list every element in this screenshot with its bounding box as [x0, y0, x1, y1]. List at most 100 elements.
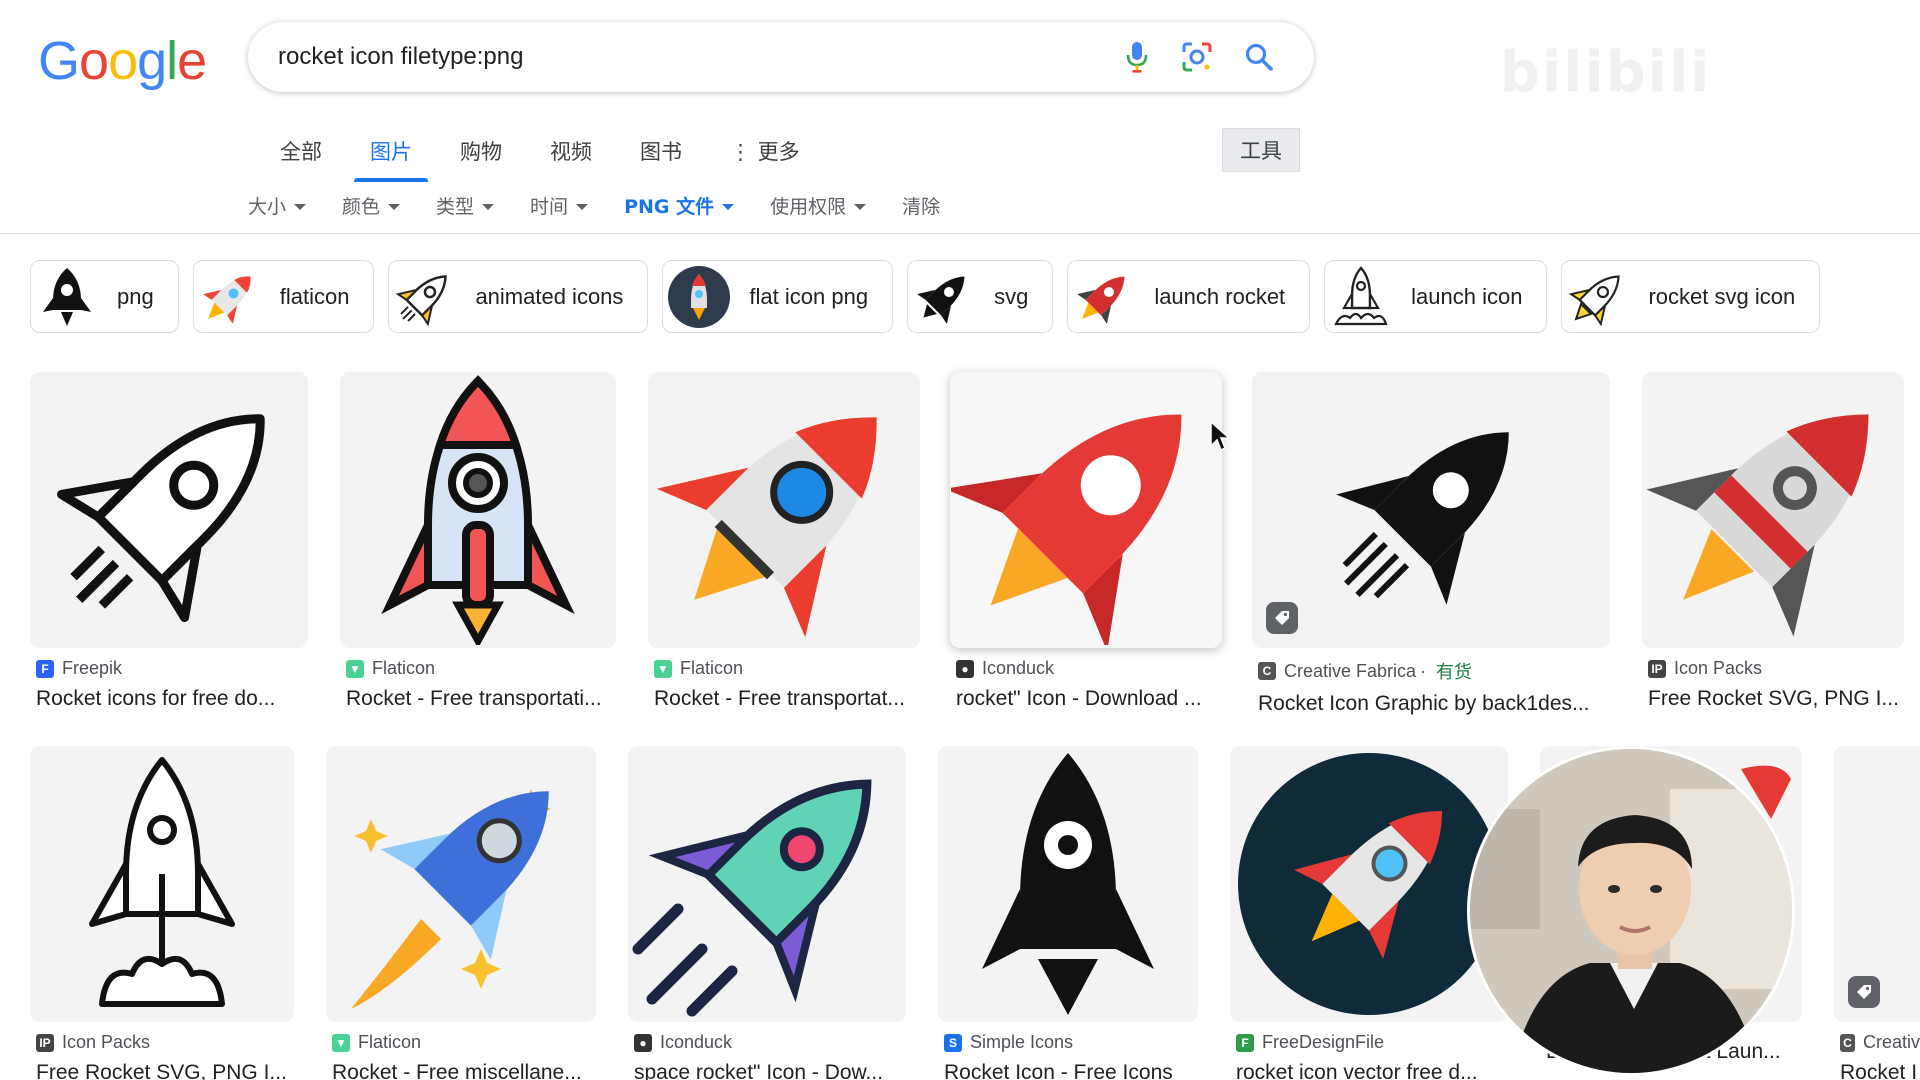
source-name: Simple Icons [970, 1032, 1074, 1052]
filter-time[interactable]: 时间 [530, 192, 589, 219]
source-name: Freepik [62, 658, 123, 678]
caret-down-icon [294, 203, 307, 210]
result-title[interactable]: Rocket - Free transportat... [654, 687, 920, 711]
image-result[interactable]: ▼ Flaticon Rocket - Free miscellane... [326, 746, 596, 1080]
image-result[interactable]: IP Icon Packs Free Rocket SVG, PNG I... [1642, 372, 1904, 711]
rocket-thumbnail-icon [908, 261, 980, 333]
tools-button[interactable]: 工具 [1222, 128, 1300, 172]
caret-down-icon [854, 203, 867, 210]
result-title[interactable]: space rocket" Icon - Dow... [634, 1061, 906, 1080]
chip-flat-icon-png[interactable]: flat icon png [662, 260, 894, 333]
chip-svg[interactable]: svg [907, 260, 1054, 333]
chip-label: launch rocket [1154, 283, 1286, 309]
image-result[interactable]: IP Icon Packs Free Rocket SVG, PNG I... [30, 746, 294, 1080]
search-input[interactable] [278, 22, 1058, 92]
result-source: ▼ Flaticon [332, 1032, 596, 1053]
filter-label: 使用权限 [770, 196, 847, 218]
filter-size[interactable]: 大小 [248, 192, 307, 219]
source-name: Icon Packs [62, 1032, 151, 1052]
result-source: C Creativ [1840, 1032, 1920, 1053]
result-title[interactable]: Rocket - Free transportati... [346, 687, 616, 711]
result-thumbnail [1252, 372, 1610, 648]
rocket-thumbnail-icon [389, 261, 461, 333]
chip-launch-rocket[interactable]: launch rocket [1067, 260, 1311, 333]
result-title[interactable]: rocket" Icon - Download ... [956, 687, 1222, 711]
result-title[interactable]: Rocket icons for free do... [36, 687, 308, 711]
lens-icon[interactable] [1178, 38, 1216, 76]
caret-down-icon [388, 203, 401, 210]
image-result[interactable]: ● Iconduck rocket" Icon - Download ... [950, 372, 1222, 711]
filter-clear[interactable]: 清除 [902, 192, 940, 219]
result-thumbnail [648, 372, 920, 648]
result-source: S Simple Icons [944, 1032, 1198, 1053]
result-title[interactable]: Rocket I [1840, 1061, 1920, 1080]
result-source: ▼ Flaticon [346, 658, 616, 679]
logo-letter: l [166, 31, 178, 91]
logo-letter: g [137, 31, 167, 91]
image-result[interactable]: ▼ Flaticon Rocket - Free transportat... [648, 372, 920, 711]
rocket-thumbnail-icon [194, 261, 266, 333]
tab-more[interactable]: ⋮ 更多 [714, 126, 816, 182]
icon-packs-favicon-icon: IP [1648, 659, 1666, 678]
chip-label: flaticon [279, 283, 350, 309]
result-thumbnail [340, 372, 616, 648]
chip-rocket-svg-icon[interactable]: rocket svg icon [1561, 260, 1821, 333]
result-title[interactable]: Rocket Icon - Free Icons [944, 1061, 1198, 1080]
logo-letter: G [38, 31, 80, 91]
image-result[interactable]: C Creativ Rocket I [1834, 746, 1920, 1080]
chip-flaticon[interactable]: flaticon [192, 260, 375, 333]
filter-label: 颜色 [342, 196, 381, 218]
google-logo[interactable]: Google [38, 30, 207, 92]
header-divider [0, 233, 1920, 234]
source-name: Icon Packs [1674, 658, 1763, 678]
result-source: ● Iconduck [956, 658, 1222, 679]
result-thumbnail [326, 746, 596, 1022]
chip-label: animated icons [475, 283, 624, 309]
tab-images[interactable]: 图片 [354, 126, 428, 182]
microphone-icon[interactable] [1118, 38, 1156, 76]
source-name: Creative Fabrica [1284, 660, 1417, 681]
chip-animated-icons[interactable]: animated icons [388, 260, 649, 333]
caret-down-icon [576, 203, 589, 210]
search-box [248, 22, 1314, 92]
filter-usage-rights[interactable]: 使用权限 [770, 192, 867, 219]
source-name: Flaticon [680, 658, 744, 678]
chip-png[interactable]: png [30, 260, 179, 333]
filter-filetype[interactable]: PNG 文件 [624, 192, 735, 219]
result-source: IP Icon Packs [36, 1032, 294, 1053]
filter-label: 时间 [530, 196, 569, 218]
tab-videos[interactable]: 视频 [534, 126, 608, 182]
source-name: Flaticon [358, 1032, 422, 1052]
freepik-favicon-icon: F [36, 659, 54, 678]
mouse-cursor-icon [1209, 420, 1231, 457]
freedesignfile-favicon-icon: F [1236, 1033, 1254, 1052]
result-title[interactable]: Rocket Icon Graphic by back1des... [1258, 692, 1610, 716]
result-thumbnail [938, 746, 1198, 1022]
logo-letter: o [79, 31, 109, 91]
rocket-thumbnail-icon [31, 261, 103, 333]
result-title[interactable]: Free Rocket SVG, PNG I... [1648, 687, 1904, 711]
image-result[interactable]: S Simple Icons Rocket Icon - Free Icons [938, 746, 1198, 1080]
source-name: FreeDesignFile [1262, 1032, 1385, 1052]
tab-all[interactable]: 全部 [264, 126, 338, 182]
search-icon[interactable] [1240, 38, 1278, 76]
filter-type[interactable]: 类型 [436, 192, 495, 219]
chip-label: svg [994, 283, 1029, 309]
tab-shopping[interactable]: 购物 [444, 126, 518, 182]
result-title[interactable]: Free Rocket SVG, PNG I... [36, 1061, 294, 1080]
result-title[interactable]: rocket icon vector free d... [1236, 1061, 1508, 1080]
rocket-thumbnail-icon [1325, 261, 1397, 333]
chip-launch-icon[interactable]: launch icon [1324, 260, 1548, 333]
filter-label: 类型 [436, 196, 475, 218]
image-result[interactable]: F Freepik Rocket icons for free do... [30, 372, 308, 711]
iconduck-favicon-icon: ● [956, 659, 974, 678]
creative-fabrica-favicon-icon: C [1258, 662, 1276, 680]
tab-books[interactable]: 图书 [624, 126, 698, 182]
image-result[interactable]: ▼ Flaticon Rocket - Free transportati... [340, 372, 616, 711]
filter-color[interactable]: 颜色 [342, 192, 401, 219]
image-result[interactable]: C Creative Fabrica · 有货 Rocket Icon Graphic… [1252, 372, 1610, 716]
result-title[interactable]: Rocket - Free miscellane... [332, 1061, 596, 1080]
flaticon-favicon-icon: ▼ [332, 1033, 350, 1052]
image-result[interactable]: ● Iconduck space rocket" Icon - Dow... [628, 746, 906, 1080]
chip-label: flat icon png [749, 283, 869, 309]
